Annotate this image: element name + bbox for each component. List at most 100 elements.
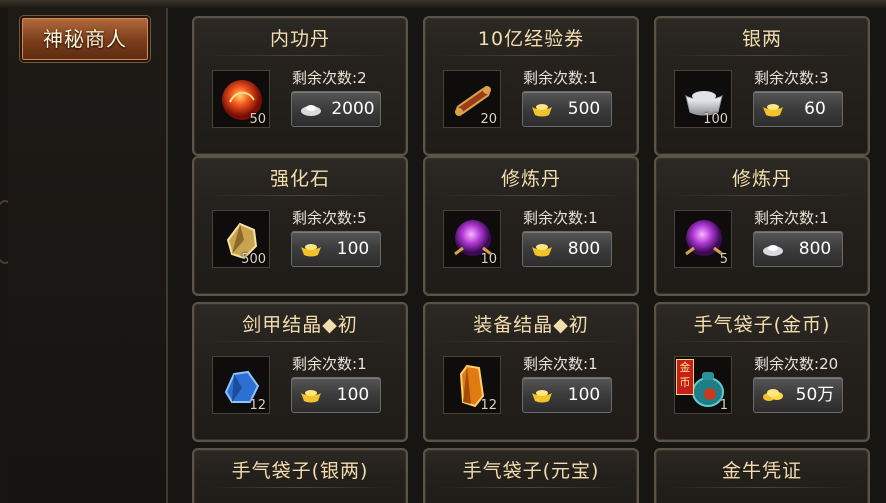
divider <box>208 55 392 56</box>
tab-mysterious-merchant[interactable]: 神秘商人 <box>20 16 150 62</box>
remaining-value: 1 <box>819 209 829 227</box>
price-label: 2000 <box>331 99 375 119</box>
item-card: 手气袋子(元宝) <box>423 448 639 503</box>
remaining-count: 剩余次数:2 <box>292 67 367 88</box>
item-quantity: 20 <box>480 112 497 127</box>
item-slot[interactable]: 20 <box>443 70 501 128</box>
remaining-count: 剩余次数:1 <box>754 207 829 228</box>
remaining-count: 剩余次数:1 <box>523 207 598 228</box>
price-label: 100 <box>567 385 601 405</box>
price-label: 60 <box>804 99 826 119</box>
remaining-count: 剩余次数:1 <box>523 67 598 88</box>
item-quantity: 100 <box>703 112 728 127</box>
item-card: 修炼丹 10 剩余次数:1 800 <box>423 156 639 296</box>
shop-window: 神秘商人 内功丹 50 剩余次数:2 2000 10亿经验券 20 剩余次数:1 500 银两 1… <box>0 0 886 503</box>
item-card: 装备结晶◆初 12 剩余次数:1 100 <box>423 302 639 442</box>
remaining-label: 剩余次数: <box>523 355 589 373</box>
item-slot[interactable]: 100 <box>674 70 732 128</box>
divider <box>208 195 392 196</box>
remaining-count: 剩余次数:20 <box>754 353 838 374</box>
item-name: 银两 <box>741 28 782 50</box>
remaining-count: 剩余次数:3 <box>754 67 829 88</box>
currency-badge: 金币 <box>676 359 694 395</box>
price-label: 50万 <box>795 385 835 405</box>
item-card: 手气袋子(金币) 金币 1 剩余次数:20 50万 <box>654 302 870 442</box>
divider <box>208 487 392 488</box>
divider <box>439 55 623 56</box>
remaining-label: 剩余次数: <box>523 69 589 87</box>
item-name: 装备结晶◆初 <box>473 314 589 336</box>
remaining-value: 5 <box>357 209 367 227</box>
item-name: 手气袋子(银两) <box>231 460 369 482</box>
item-quantity: 10 <box>480 252 497 267</box>
item-card: 手气袋子(银两) <box>192 448 408 503</box>
item-name: 修炼丹 <box>500 168 561 190</box>
item-card: 修炼丹 5 剩余次数:1 800 <box>654 156 870 296</box>
divider <box>439 195 623 196</box>
buy-button[interactable]: 100 <box>291 231 381 267</box>
divider <box>670 195 854 196</box>
sidebar: 神秘商人 <box>8 8 168 503</box>
item-quantity: 500 <box>241 252 266 267</box>
remaining-value: 20 <box>819 355 839 373</box>
item-name: 手气袋子(金币) <box>693 314 831 336</box>
item-name: 强化石 <box>269 168 330 190</box>
remaining-label: 剩余次数: <box>754 355 820 373</box>
divider <box>670 487 854 488</box>
remaining-value: 1 <box>588 209 598 227</box>
buy-button[interactable]: 50万 <box>753 377 843 413</box>
item-quantity: 12 <box>249 398 266 413</box>
divider <box>670 55 854 56</box>
remaining-value: 1 <box>588 355 598 373</box>
item-quantity: 50 <box>249 112 266 127</box>
divider <box>439 341 623 342</box>
item-quantity: 1 <box>719 398 728 413</box>
buy-button[interactable]: 2000 <box>291 91 381 127</box>
item-quantity: 5 <box>719 252 728 267</box>
buy-button[interactable]: 100 <box>522 377 612 413</box>
item-slot[interactable]: 500 <box>212 210 270 268</box>
remaining-label: 剩余次数: <box>754 209 820 227</box>
buy-button[interactable]: 800 <box>522 231 612 267</box>
item-card: 10亿经验券 20 剩余次数:1 500 <box>423 16 639 156</box>
remaining-value: 3 <box>819 69 829 87</box>
buy-button[interactable]: 500 <box>522 91 612 127</box>
item-card: 剑甲结晶◆初 12 剩余次数:1 100 <box>192 302 408 442</box>
item-card: 强化石 500 剩余次数:5 100 <box>192 156 408 296</box>
buy-button[interactable]: 100 <box>291 377 381 413</box>
item-name: 剑甲结晶◆初 <box>242 314 358 336</box>
price-label: 500 <box>567 99 601 119</box>
divider <box>670 341 854 342</box>
remaining-value: 1 <box>588 69 598 87</box>
remaining-count: 剩余次数:5 <box>292 207 367 228</box>
item-name: 10亿经验券 <box>477 28 585 50</box>
item-slot[interactable]: 5 <box>674 210 732 268</box>
item-name: 修炼丹 <box>731 168 792 190</box>
price-label: 100 <box>336 385 370 405</box>
divider <box>208 341 392 342</box>
item-name: 内功丹 <box>269 28 330 50</box>
item-slot[interactable]: 50 <box>212 70 270 128</box>
item-quantity: 12 <box>480 398 497 413</box>
divider <box>439 487 623 488</box>
remaining-count: 剩余次数:1 <box>292 353 367 374</box>
remaining-label: 剩余次数: <box>292 209 358 227</box>
item-slot[interactable]: 12 <box>443 356 501 414</box>
item-slot[interactable]: 12 <box>212 356 270 414</box>
item-card: 内功丹 50 剩余次数:2 2000 <box>192 16 408 156</box>
price-label: 800 <box>798 239 832 259</box>
remaining-label: 剩余次数: <box>292 355 358 373</box>
item-card: 金牛凭证 <box>654 448 870 503</box>
remaining-label: 剩余次数: <box>523 209 589 227</box>
item-name: 手气袋子(元宝) <box>462 460 600 482</box>
item-slot[interactable]: 10 <box>443 210 501 268</box>
buy-button[interactable]: 60 <box>753 91 843 127</box>
remaining-label: 剩余次数: <box>292 69 358 87</box>
buy-button[interactable]: 800 <box>753 231 843 267</box>
remaining-label: 剩余次数: <box>754 69 820 87</box>
price-label: 100 <box>336 239 370 259</box>
item-slot[interactable]: 金币 1 <box>674 356 732 414</box>
remaining-count: 剩余次数:1 <box>523 353 598 374</box>
remaining-value: 2 <box>357 69 367 87</box>
item-grid: 内功丹 50 剩余次数:2 2000 10亿经验券 20 剩余次数:1 500 银两 100 剩余次… <box>168 8 886 503</box>
